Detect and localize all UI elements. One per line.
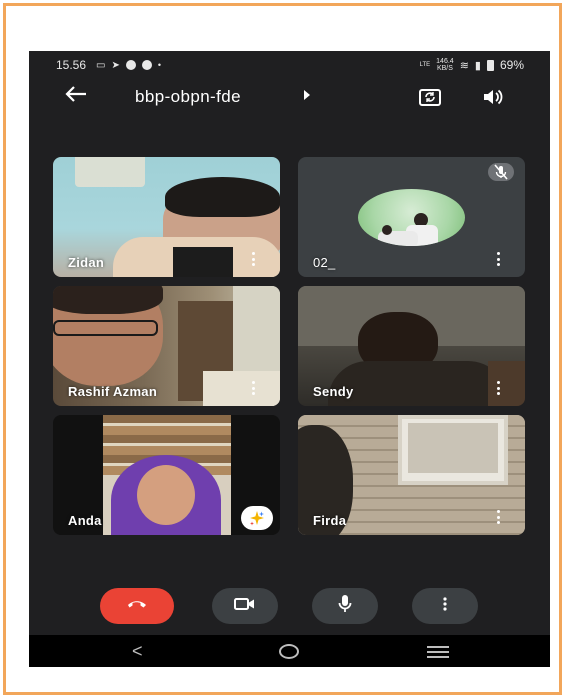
- end-call-button[interactable]: [100, 588, 174, 624]
- mic-off-icon: [488, 163, 514, 181]
- whatsapp-icon: [125, 60, 136, 70]
- more-vert-icon[interactable]: [496, 381, 500, 395]
- speaker-icon[interactable]: [481, 86, 505, 108]
- cast-icon: ▭: [96, 59, 106, 71]
- end-call-icon: [126, 597, 148, 615]
- more-options-button[interactable]: [412, 588, 478, 624]
- switch-camera-icon[interactable]: [418, 85, 442, 109]
- send-icon: ➤: [111, 59, 120, 71]
- participant-tile-zidan[interactable]: Zidan: [53, 157, 280, 277]
- wifi-icon: ≋: [459, 59, 469, 72]
- avatar: [358, 189, 465, 246]
- participant-tile-02[interactable]: 02_: [298, 157, 525, 277]
- effects-sparkle-icon[interactable]: [241, 506, 273, 530]
- participant-name: Anda: [68, 513, 102, 528]
- call-controls: [29, 588, 550, 624]
- participant-name: 02_: [313, 255, 336, 270]
- signal-icon: ▮: [474, 59, 481, 72]
- participant-tile-sendy[interactable]: Sendy: [298, 286, 525, 406]
- more-vert-icon[interactable]: [251, 381, 255, 395]
- back-arrow-icon[interactable]: [65, 84, 87, 108]
- camera-icon: [234, 597, 256, 616]
- participant-name: Zidan: [68, 255, 105, 270]
- camera-toggle-button[interactable]: [212, 588, 278, 624]
- more-vert-icon[interactable]: [496, 252, 500, 266]
- more-options-icon: [443, 596, 447, 616]
- participant-tile-firda[interactable]: Firda: [298, 415, 525, 535]
- notification-dot-icon: •: [157, 60, 162, 70]
- phone-screen: 15.56 ▭ ➤ • LTE 146.4 KB/S ≋ ▮ 69% bbp-o…: [29, 51, 550, 667]
- more-vert-icon[interactable]: [251, 252, 255, 266]
- system-nav-bar: <: [29, 635, 550, 667]
- nav-recents-icon[interactable]: [427, 646, 449, 661]
- nav-back-icon[interactable]: <: [132, 641, 143, 662]
- battery-icon: [486, 59, 494, 71]
- network-speed: 146.4 KB/S: [436, 58, 454, 72]
- meeting-code[interactable]: bbp-obpn-fde: [135, 87, 241, 107]
- participant-video: [103, 415, 231, 535]
- lte-indicator: LTE: [419, 61, 431, 68]
- participant-name: Sendy: [313, 384, 354, 399]
- battery-percent: 69%: [499, 58, 524, 72]
- more-vert-icon[interactable]: [496, 510, 500, 524]
- meeting-details-arrow-icon[interactable]: [304, 90, 310, 100]
- participant-name: Rashif Azman: [68, 384, 158, 399]
- microphone-toggle-button[interactable]: [312, 588, 378, 624]
- status-bar: 15.56 ▭ ➤ • LTE 146.4 KB/S ≋ ▮ 69%: [29, 51, 550, 79]
- participant-tile-rashif-azman[interactable]: Rashif Azman: [53, 286, 280, 406]
- participant-name: Firda: [313, 513, 347, 528]
- whatsapp-icon-2: [141, 60, 152, 70]
- microphone-icon: [337, 594, 353, 619]
- status-time: 15.56: [56, 58, 87, 72]
- nav-home-icon[interactable]: [279, 644, 299, 659]
- app-bar: bbp-obpn-fde: [29, 81, 550, 113]
- participant-tile-anda[interactable]: Anda: [53, 415, 280, 535]
